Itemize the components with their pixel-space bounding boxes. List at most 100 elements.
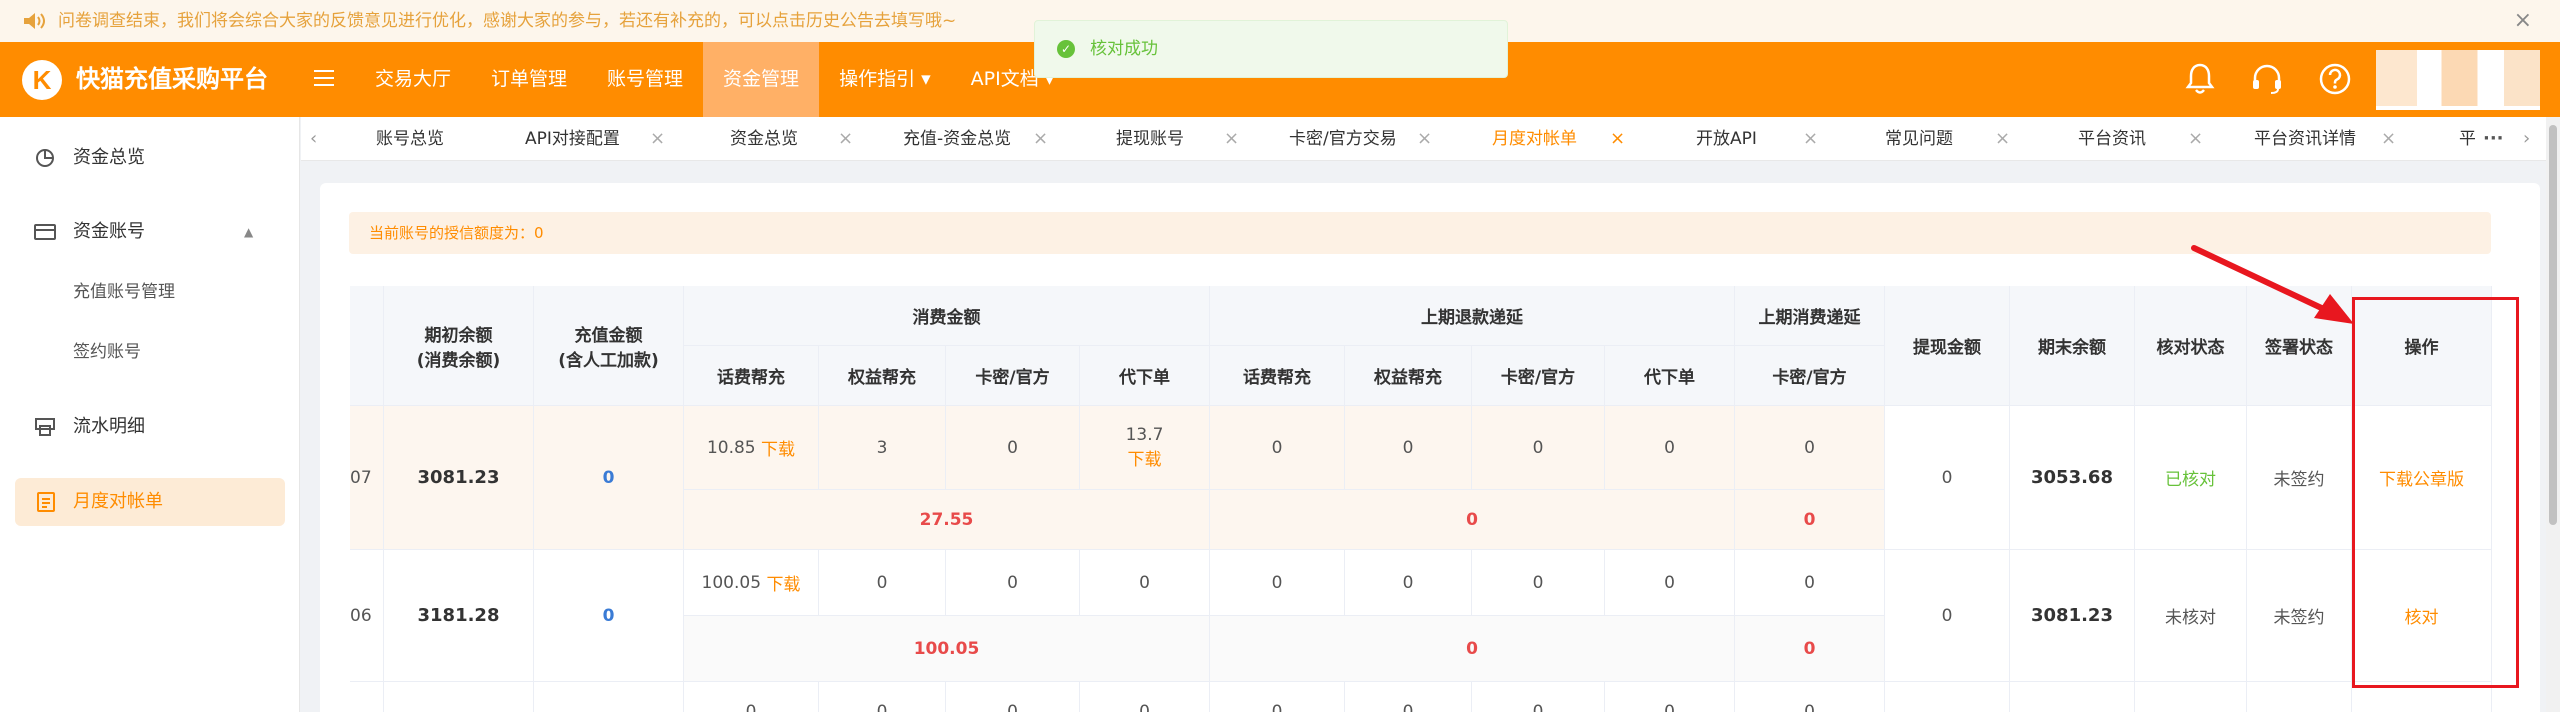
tab-platform-news-detail[interactable]: 平台资讯详情 × — [2254, 117, 2396, 161]
header-consume-amount: 消费金额 — [684, 286, 1210, 346]
cell-recharge-link[interactable]: 0 — [534, 406, 684, 550]
scrollbar-thumb[interactable] — [2549, 125, 2557, 525]
sidebar-item-fund-account[interactable]: 资金账号 ▲ — [0, 208, 300, 256]
notice-close-button[interactable]: × — [2514, 0, 2532, 42]
value: 13.7 — [1125, 425, 1164, 445]
document-icon — [37, 492, 55, 512]
cell-refund-total: 0 — [1210, 616, 1735, 682]
close-icon[interactable]: × — [2188, 117, 2203, 161]
cell-refund-proxy: 0 — [1605, 406, 1735, 490]
user-avatar[interactable] — [2376, 50, 2540, 110]
tab-partial[interactable]: 平 — [2459, 117, 2475, 161]
cell-withdraw: 0 — [1885, 406, 2010, 550]
header-recharge-amount: 充值金额 (含人工加款) — [534, 286, 684, 406]
subheader: 代下单 — [1605, 346, 1735, 406]
close-icon[interactable]: × — [1417, 117, 1432, 161]
value: 100.05 — [701, 572, 762, 593]
cell-check-status — [2135, 682, 2247, 712]
download-link[interactable]: 下载 — [1128, 445, 1162, 470]
cell-consume-rights: 3 — [819, 406, 946, 490]
tab-api-config[interactable]: API对接配置 × — [525, 117, 665, 161]
tab-account-overview[interactable]: 账号总览 — [376, 117, 444, 161]
logo-icon: K — [22, 60, 62, 100]
sidebar-item-recharge-account[interactable]: 充值账号管理 — [0, 268, 300, 316]
sidebar-item-monthly-statement[interactable]: 月度对帐单 — [15, 478, 285, 526]
cell-refund-phone: 0 — [1210, 682, 1345, 712]
bell-icon[interactable] — [2185, 62, 2215, 96]
tab-recharge-fund-overview[interactable]: 充值-资金总览 × — [903, 117, 1048, 161]
close-icon[interactable]: × — [1033, 117, 1048, 161]
table-cell-cut — [350, 682, 384, 712]
cell-refund-rights: 0 — [1345, 406, 1472, 490]
subheader: 话费帮充 — [1210, 346, 1345, 406]
success-toast: ✓ 核对成功 — [1034, 20, 1508, 78]
tab-fund-overview[interactable]: 资金总览 × — [730, 117, 853, 161]
cell-withdraw: 0 — [1885, 550, 2010, 682]
help-icon[interactable] — [2318, 62, 2352, 96]
value: 10.85 — [706, 437, 756, 458]
chart-icon — [36, 149, 54, 167]
tab-monthly-statement[interactable]: 月度对帐单 × — [1492, 117, 1625, 161]
nav-order-management[interactable]: 订单管理 — [471, 42, 587, 117]
cell-prev-consume: 0 — [1735, 682, 1885, 712]
notice-text: 问卷调查结束，我们将会综合大家的反馈意见进行优化，感谢大家的参与，若还有补充的，… — [58, 11, 957, 31]
close-icon[interactable]: × — [650, 117, 665, 161]
close-icon[interactable]: × — [2381, 117, 2396, 161]
cell-refund-total: 0 — [1210, 490, 1735, 550]
tab-open-api[interactable]: 开放API × — [1696, 117, 1818, 161]
cell-check-status: 已核对 — [2135, 406, 2247, 550]
cell-consume-card: 0 — [946, 406, 1080, 490]
tab-label: 平台资讯详情 — [2254, 129, 2356, 149]
sidebar-label: 流水明细 — [73, 416, 145, 437]
headset-icon[interactable] — [2250, 62, 2284, 96]
cell-consume-phone: 100.05 下载 — [684, 550, 819, 616]
nav-fund-management[interactable]: 资金管理 — [703, 42, 820, 117]
tab-card-official-trade[interactable]: 卡密/官方交易 × — [1289, 117, 1432, 161]
sidebar-label: 资金账号 — [73, 221, 145, 242]
sidebar-item-flow-detail[interactable]: 流水明细 — [0, 403, 300, 451]
cell-recharge-link[interactable]: 0 — [534, 550, 684, 682]
cell-opening: 3081.23 — [384, 406, 534, 550]
tab-label: API对接配置 — [525, 129, 620, 149]
nav-trading-hall[interactable]: 交易大厅 — [355, 42, 471, 117]
sidebar-label: 月度对帐单 — [73, 491, 163, 512]
tab-faq[interactable]: 常见问题 × — [1885, 117, 2010, 161]
close-icon[interactable]: × — [838, 117, 853, 161]
header-opening-balance: 期初余额 (消费余额) — [384, 286, 534, 406]
cell-withdraw — [1885, 682, 2010, 712]
close-icon[interactable]: × — [1995, 117, 2010, 161]
tab-platform-news[interactable]: 平台资讯 × — [2078, 117, 2203, 161]
page-scrollbar[interactable] — [2546, 117, 2560, 712]
card-icon — [34, 224, 56, 240]
collapse-arrow-icon[interactable]: ▲ — [244, 208, 253, 256]
sidebar-item-signed-account[interactable]: 签约账号 — [0, 328, 300, 376]
close-icon[interactable]: × — [1610, 117, 1625, 161]
annotation-arrow-icon — [2191, 245, 2354, 324]
cell-sign-status: 未签约 — [2247, 406, 2352, 550]
sidebar-label: 充值账号管理 — [73, 282, 175, 302]
tab-withdraw-account[interactable]: 提现账号 × — [1116, 117, 1239, 161]
tab-more-icon[interactable]: ··· — [2483, 117, 2504, 161]
nav-account-management[interactable]: 账号管理 — [587, 42, 703, 117]
cell-consume-rights: 0 — [819, 550, 946, 616]
header-prev-refund: 上期退款递延 — [1210, 286, 1735, 346]
nav-operation-guide[interactable]: 操作指引 ▾ — [819, 42, 951, 117]
cell-consume-total: 100.05 — [684, 616, 1210, 682]
close-icon[interactable]: × — [1803, 117, 1818, 161]
cell-consume-phone: 0 — [684, 682, 819, 712]
download-link[interactable]: 下载 — [761, 435, 795, 460]
tab-scroll-left-icon[interactable]: ‹ — [310, 117, 317, 161]
sidebar-item-fund-overview[interactable]: 资金总览 — [0, 134, 300, 182]
download-link[interactable]: 下载 — [766, 570, 800, 595]
cell-refund-rights: 0 — [1345, 682, 1472, 712]
brand-title[interactable]: 快猫充值采购平台 — [76, 42, 268, 117]
menu-toggle-icon[interactable] — [314, 70, 334, 88]
subheader: 权益帮充 — [1345, 346, 1472, 406]
cell-refund-proxy: 0 — [1605, 550, 1735, 616]
close-icon[interactable]: × — [1224, 117, 1239, 161]
tab-scroll-right-icon[interactable]: › — [2523, 117, 2530, 161]
tab-label: 平 — [2459, 129, 2475, 149]
subheader: 话费帮充 — [684, 346, 819, 406]
subheader: 权益帮充 — [819, 346, 946, 406]
speaker-icon — [24, 13, 45, 29]
